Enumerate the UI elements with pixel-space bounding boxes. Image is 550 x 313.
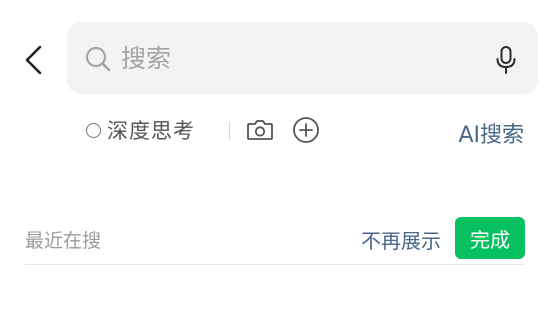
search-input[interactable] (121, 38, 481, 78)
hide-recent-link[interactable]: 不再展示 (361, 225, 441, 254)
recent-searches-title: 最近在搜 (25, 230, 102, 252)
back-button[interactable] (20, 42, 48, 78)
ai-search-link[interactable]: AI搜索 (458, 117, 524, 149)
plus-circle-icon[interactable] (292, 116, 320, 144)
done-button[interactable]: 完成 (455, 217, 525, 259)
search-icon (85, 46, 111, 72)
deep-think-label: 深度思考 (107, 119, 195, 143)
divider (229, 122, 230, 140)
recent-searches-header: 最近在搜 不再展示 完成 (25, 214, 525, 265)
search-page: 深度思考 AI搜索 最近在搜 不再展示 完成 (0, 0, 550, 313)
microphone-icon[interactable] (494, 45, 518, 75)
search-options-row: 深度思考 AI搜索 (86, 112, 536, 148)
radio-circle-icon[interactable] (86, 122, 101, 138)
camera-icon[interactable] (246, 118, 274, 142)
search-bar[interactable] (67, 22, 538, 94)
deep-think-toggle[interactable]: 深度思考 (86, 115, 195, 145)
chevron-left-icon (25, 45, 42, 75)
